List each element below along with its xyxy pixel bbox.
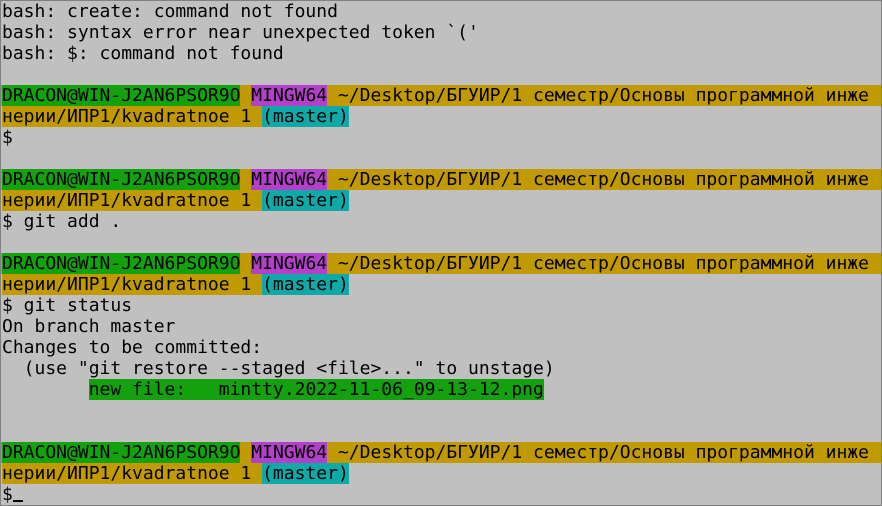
prompt-branch: (master): [262, 274, 349, 295]
prompt-line-2: нерии/ИПР1/kvadratnoe 1 (master): [1, 274, 881, 295]
output-line: bash: syntax error near unexpected token…: [2, 22, 479, 43]
prompt-user-host: DRACON@WIN-J2AN6PSOR9O: [2, 253, 241, 274]
prompt-dollar: $: [2, 484, 13, 505]
staged-file-name: mintty.2022-11-06_09-13-12.png: [218, 379, 544, 400]
prompt-path-cont: нерии/ИПР1/kvadratnoe 1: [2, 106, 252, 127]
terminal-window[interactable]: bash: create: command not found bash: sy…: [0, 0, 882, 506]
prompt-line-2: нерии/ИПР1/kvadratnoe 1 (master): [1, 463, 881, 484]
prompt-path: ~/Desktop/БГУИР/1 семестр/Основы програм…: [337, 169, 869, 190]
prompt-line-1: DRACON@WIN-J2AN6PSOR9O MINGW64 ~/Desktop…: [1, 85, 881, 106]
status-line: On branch master: [2, 316, 176, 337]
prompt-line-2: нерии/ИПР1/kvadratnoe 1 (master): [1, 190, 881, 211]
prompt-path: ~/Desktop/БГУИР/1 семестр/Основы програм…: [337, 253, 869, 274]
prompt-system: MINGW64: [251, 253, 328, 274]
prompt-user-host: DRACON@WIN-J2AN6PSOR9O: [2, 169, 241, 190]
staged-file-line: new file: mintty.2022-11-06_09-13-12.png: [1, 379, 881, 400]
prompt-branch: (master): [262, 190, 349, 211]
output-line: bash: $: command not found: [2, 43, 284, 64]
status-line: (use "git restore --staged <file>..." to…: [2, 358, 555, 379]
prompt-line-1: DRACON@WIN-J2AN6PSOR9O MINGW64 ~/Desktop…: [1, 442, 881, 463]
prompt-branch: (master): [262, 463, 349, 484]
command-line[interactable]: $: [1, 484, 881, 505]
prompt-path: ~/Desktop/БГУИР/1 семестр/Основы програм…: [337, 442, 869, 463]
staged-file: new file: mintty.2022-11-06_09-13-12.png: [88, 379, 544, 400]
prompt-path-cont: нерии/ИПР1/kvadratnoe 1: [2, 190, 252, 211]
text-cursor: [12, 500, 23, 502]
prompt-line-1: DRACON@WIN-J2AN6PSOR9O MINGW64 ~/Desktop…: [1, 169, 881, 190]
prompt-system: MINGW64: [251, 442, 328, 463]
output-line: bash: create: command not found: [2, 1, 338, 22]
prompt-system: MINGW64: [251, 169, 328, 190]
prompt-system: MINGW64: [251, 85, 328, 106]
prompt-path: ~/Desktop/БГУИР/1 семестр/Основы програм…: [337, 85, 869, 106]
staged-file-label: new file:: [88, 379, 219, 400]
prompt-path-cont: нерии/ИПР1/kvadratnoe 1: [2, 463, 252, 484]
prompt-user-host: DRACON@WIN-J2AN6PSOR9O: [2, 85, 241, 106]
prompt-line-1: DRACON@WIN-J2AN6PSOR9O MINGW64 ~/Desktop…: [1, 253, 881, 274]
status-line: Changes to be committed:: [2, 337, 263, 358]
prompt-branch: (master): [262, 106, 349, 127]
command-line: $ git add .: [2, 211, 122, 232]
prompt-path-cont: нерии/ИПР1/kvadratnoe 1: [2, 274, 252, 295]
prompt-user-host: DRACON@WIN-J2AN6PSOR9O: [2, 442, 241, 463]
command-line: $: [2, 127, 13, 148]
command-line: $ git status: [2, 295, 133, 316]
prompt-line-2: нерии/ИПР1/kvadratnoe 1 (master): [1, 106, 881, 127]
